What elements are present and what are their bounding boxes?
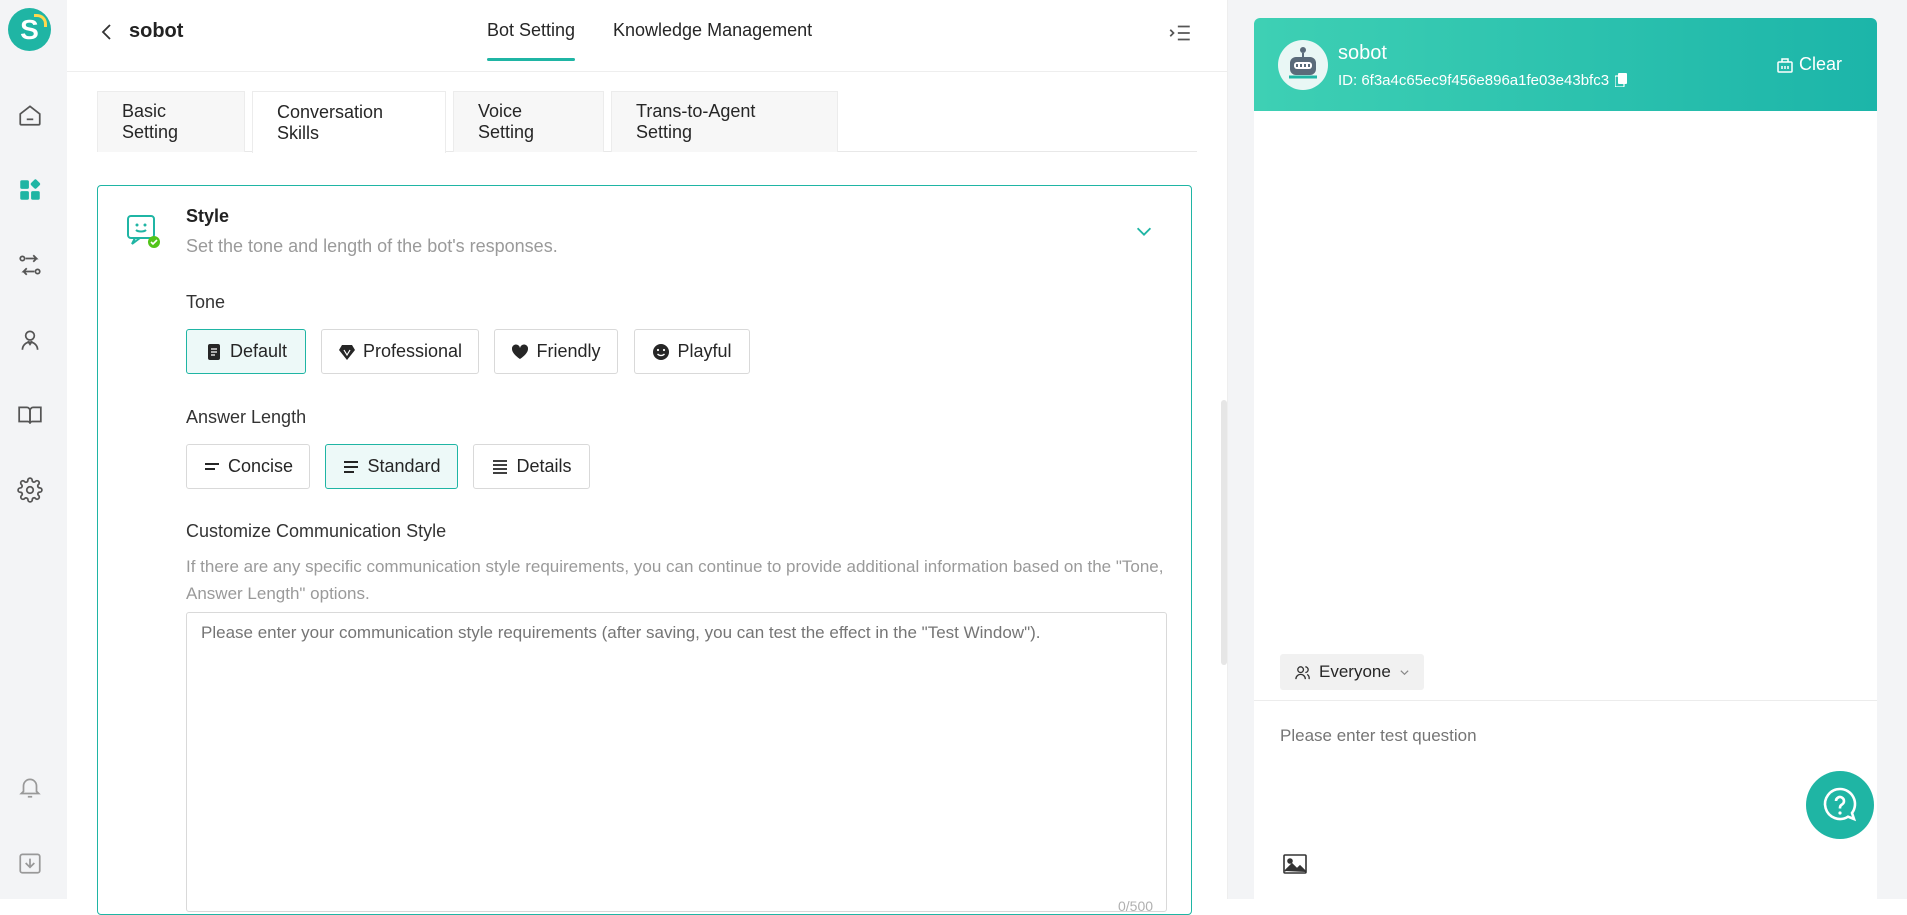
app-logo[interactable]: S — [8, 8, 51, 51]
main-content: sobot Bot Setting Knowledge Management B… — [67, 0, 1227, 915]
clear-label: Clear — [1799, 54, 1843, 74]
tab-knowledge-management[interactable]: Knowledge Management — [613, 20, 812, 41]
length-details-label: Details — [516, 456, 572, 476]
subtab-voice-setting[interactable]: Voice Setting — [453, 91, 604, 152]
tone-professional-button[interactable]: Professional — [321, 329, 479, 374]
audience-value: Everyone — [1319, 662, 1391, 681]
lines-long-icon — [493, 459, 508, 474]
style-description: Set the tone and length of the bot's res… — [186, 236, 558, 256]
length-concise-label: Concise — [227, 456, 294, 476]
chat-header: sobot ID: 6f3a4c65ec9f456e896a1fe03e43bf… — [1254, 18, 1877, 111]
bot-id-row: ID: 6f3a4c65ec9f456e896a1fe03e43bfc3 — [1338, 72, 1628, 89]
tone-default-button[interactable]: Default — [186, 329, 306, 374]
lines-short-icon — [204, 462, 219, 470]
bot-id: ID: 6f3a4c65ec9f456e896a1fe03e43bfc3 — [1338, 72, 1610, 89]
subtab-basic-setting[interactable]: Basic Setting — [97, 91, 245, 152]
tab-bot-setting[interactable]: Bot Setting — [487, 20, 576, 61]
tone-professional-label: Professional — [362, 341, 463, 361]
download-icon[interactable] — [16, 849, 44, 877]
question-chat-icon — [1823, 787, 1857, 822]
collapse-menu-icon[interactable] — [1167, 20, 1193, 46]
bot-avatar — [1278, 40, 1328, 90]
test-question-input[interactable] — [1280, 726, 1840, 746]
custom-style-label: Customize Communication Style — [186, 521, 447, 541]
chevron-down-icon — [1400, 669, 1409, 675]
chat-separator — [1254, 700, 1877, 701]
heart-icon — [512, 343, 529, 359]
style-card: Style Set the tone and length of the bot… — [97, 185, 1192, 915]
diamond-icon — [338, 344, 355, 360]
tone-playful-label: Playful — [677, 341, 732, 361]
tone-default-label: Default — [229, 341, 288, 361]
bot-name: sobot — [129, 20, 184, 42]
tone-friendly-label: Friendly — [536, 341, 601, 361]
image-upload-icon[interactable] — [1282, 852, 1308, 876]
subtab-trans-to-agent[interactable]: Trans-to-Agent Setting — [611, 91, 838, 152]
clear-button[interactable]: Clear — [1776, 54, 1842, 75]
style-title: Style — [186, 206, 230, 226]
communication-style-textarea[interactable] — [186, 612, 1167, 912]
test-chat-window: sobot ID: 6f3a4c65ec9f456e896a1fe03e43bf… — [1254, 18, 1877, 899]
logo-letter: S — [20, 13, 39, 45]
lines-medium-icon — [344, 460, 359, 473]
document-icon — [207, 343, 220, 360]
tone-playful-button[interactable]: Playful — [634, 329, 750, 374]
top-bar: sobot Bot Setting Knowledge Management — [67, 0, 1227, 72]
length-standard-button[interactable]: Standard — [325, 444, 458, 489]
left-rail: S — [0, 0, 67, 899]
apps-icon[interactable] — [16, 176, 44, 204]
smile-icon — [653, 343, 670, 360]
back-arrow-icon[interactable] — [95, 20, 119, 44]
robot-icon — [1289, 47, 1317, 79]
gear-icon[interactable] — [16, 476, 44, 504]
length-standard-label: Standard — [367, 456, 441, 476]
chat-bot-name: sobot — [1338, 42, 1387, 64]
char-counter: 0/500 — [1118, 898, 1154, 914]
agent-icon[interactable] — [16, 326, 44, 354]
copy-icon[interactable] — [1614, 73, 1628, 88]
help-button[interactable] — [1806, 771, 1874, 839]
answer-length-label: Answer Length — [186, 407, 307, 427]
custom-style-hint: If there are any specific communication … — [186, 557, 1164, 603]
home-icon[interactable] — [16, 101, 44, 129]
flow-icon[interactable] — [16, 251, 44, 279]
test-panel: sobot ID: 6f3a4c65ec9f456e896a1fe03e43bf… — [1228, 0, 1907, 899]
book-icon[interactable] — [16, 401, 44, 429]
settings-subtabs: Basic Setting Conversation Skills Voice … — [97, 91, 1197, 153]
audience-select[interactable]: Everyone — [1280, 654, 1424, 690]
length-concise-button[interactable]: Concise — [186, 444, 310, 489]
users-icon — [1295, 665, 1310, 679]
length-details-button[interactable]: Details — [473, 444, 590, 489]
style-chat-icon — [126, 214, 160, 248]
tone-label: Tone — [186, 292, 226, 312]
broom-icon — [1777, 57, 1793, 73]
tone-friendly-button[interactable]: Friendly — [494, 329, 618, 374]
subtab-conversation-skills[interactable]: Conversation Skills — [252, 91, 446, 153]
chevron-down-icon[interactable] — [1133, 220, 1155, 242]
bell-icon[interactable] — [16, 773, 44, 801]
